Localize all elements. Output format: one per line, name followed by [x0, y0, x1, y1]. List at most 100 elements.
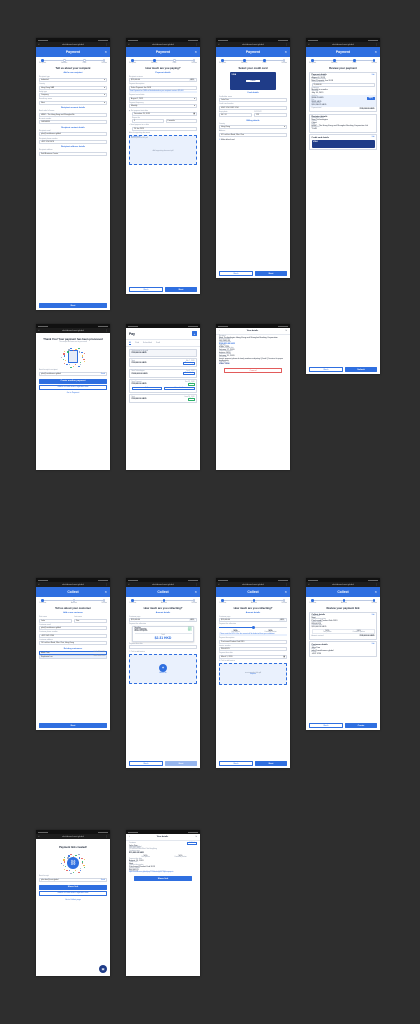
fee-option[interactable]: American Express 3.4%	[135, 631, 192, 632]
url-bar[interactable]: ✕ dashboard.neat.global ⋮	[36, 328, 110, 333]
close-icon[interactable]: ✕	[128, 583, 130, 586]
beneficiary-name-field[interactable]: Neat ▾	[39, 100, 107, 105]
close-icon[interactable]: ✕	[374, 50, 377, 54]
list-item[interactable]: Neat Technologies Jun 6, 2019 $100,000.00 …	[129, 368, 197, 378]
close-icon[interactable]: ✕	[218, 583, 220, 586]
share-link-button[interactable]: Share link	[39, 884, 107, 890]
invoice-checkbox[interactable]: ☑ Tick to add invoice	[219, 660, 287, 662]
send-date-field[interactable]: 20 Jan 2019	[132, 126, 197, 131]
list-item[interactable]: Marie Tran HKD 7891 1234	[39, 650, 107, 655]
address-field[interactable]: 10 Lockhart Road, Wan Chai, Hong Kong	[39, 641, 107, 646]
cancel-card-button[interactable]: Cancel	[246, 79, 260, 82]
amount-field[interactable]: 15,000.00	[311, 83, 375, 88]
arrival-date-field[interactable]: August 1, 2019 ▾	[129, 96, 197, 101]
close-icon[interactable]: ✕	[218, 43, 220, 46]
default-card-checkbox[interactable]: ☑ Make default card	[219, 139, 287, 141]
description-field[interactable]: Sales Payment Jan 2018	[129, 85, 197, 90]
start-date-field[interactable]: December 19, 2018 ▦	[132, 111, 197, 116]
back-button[interactable]: Back	[219, 761, 253, 766]
invoice-checkbox[interactable]: ☐ Tick to add invoice	[129, 651, 197, 653]
close-icon[interactable]: ✕	[308, 583, 310, 586]
send-button[interactable]: Send	[101, 373, 105, 375]
amount-input[interactable]: $15,000.00 HKD	[129, 78, 197, 83]
menu-icon[interactable]: ⋮	[106, 583, 108, 586]
menu-icon[interactable]: ⋮	[286, 43, 288, 46]
menu-icon[interactable]: ⋮	[106, 329, 108, 332]
close-icon[interactable]: ✕	[284, 50, 287, 54]
close-icon[interactable]: ✕	[38, 583, 40, 586]
close-icon[interactable]: ✕	[104, 50, 107, 54]
menu-icon[interactable]: ⋮	[196, 583, 198, 586]
upload-zone[interactable]: ▤ Invoice file invoice-pdf-test-002.pdf …	[129, 134, 197, 165]
invoice-field[interactable]: INV-00123	[219, 647, 287, 652]
back-button[interactable]: Back	[219, 271, 253, 276]
edit-link[interactable]: Edit	[372, 75, 375, 76]
menu-icon[interactable]: ⋮	[376, 583, 378, 586]
create-payment-button[interactable]: Create another payment	[39, 378, 107, 384]
email-field[interactable]: john@neatfinance.global Send	[39, 371, 107, 376]
email-field[interactable]: john@neatfinance.global	[39, 132, 107, 137]
next-button[interactable]: Next	[165, 287, 197, 292]
edit-link-button[interactable]: Edit link	[187, 842, 197, 845]
description-field[interactable]: Purchased Product Feb 2019	[219, 639, 287, 644]
create-button[interactable]: Create	[345, 723, 377, 728]
share-link-button[interactable]: Share link	[134, 876, 192, 881]
email-field[interactable]: john@neatfinance.global	[39, 626, 107, 631]
list-item[interactable]: Neat Payment Dec 22, 2018 $15,000.00 HKD Pa…	[129, 379, 197, 393]
menu-icon[interactable]: ⋮	[106, 43, 108, 46]
section-title[interactable]: Add a new customer	[36, 612, 110, 614]
due-date-field[interactable]: March 1, 2019 ▦	[219, 654, 287, 659]
send-button[interactable]: Send	[101, 879, 105, 881]
billing-address-field[interactable]: 41 Lockhart Road, Wan Chai	[219, 132, 287, 137]
submit-button[interactable]: Submit	[345, 367, 377, 372]
chat-icon[interactable]: ▣	[99, 965, 107, 973]
expiry-field[interactable]: 04 / 24	[219, 113, 252, 118]
first-name-field[interactable]: John	[39, 618, 72, 623]
back-button[interactable]: Back	[309, 367, 343, 372]
currency-select[interactable]: HKD	[189, 79, 195, 82]
bank-code-field[interactable]: HSBC - The Hong Kong and Shanghai Ba	[39, 112, 107, 117]
credit-card[interactable]: VISA Cancel	[230, 72, 276, 91]
fee-slider[interactable]	[219, 625, 287, 629]
entity-type-select[interactable]: Company ▾	[39, 93, 107, 98]
list-item[interactable]: Neat June 20, 2019 $15,000.00 HKD Paid	[129, 394, 197, 404]
back-arrow-icon[interactable]: ‹	[129, 836, 130, 838]
close-icon[interactable]: ✕	[104, 590, 107, 594]
next-button[interactable]: Next	[39, 303, 107, 308]
view-details-button[interactable]: View details	[164, 386, 195, 391]
amount-input[interactable]: $15,000.00 HKD	[129, 618, 197, 623]
tab-paid[interactable]: Paid	[135, 341, 139, 345]
edit-link[interactable]: Edit	[372, 137, 375, 138]
url-bar[interactable]: ✕ dashboard.neat.global ⋮	[36, 834, 110, 839]
next-button[interactable]: Next	[39, 723, 107, 728]
next-button[interactable]: Next	[255, 761, 287, 766]
payment-link[interactable]: https://neatfinance.global/pay/1234abcde…	[129, 872, 197, 873]
amount-input[interactable]: $15,000.00 HKD	[219, 618, 287, 623]
next-button[interactable]: Next	[255, 271, 287, 276]
apply-button[interactable]: Apply	[367, 96, 375, 100]
fund-flow-button[interactable]: Make a Fund and Payment flow	[39, 384, 107, 390]
billing-country-select[interactable]: Hong Kong ▾	[219, 125, 287, 130]
back-button[interactable]: Back	[129, 287, 163, 292]
close-icon[interactable]: ✕	[374, 590, 377, 594]
edit-link[interactable]: Edit	[372, 644, 375, 645]
country-select[interactable]: Hong Kong SAR ▾	[39, 85, 107, 90]
close-icon[interactable]: ✕	[284, 590, 287, 594]
tab-scheduled[interactable]: Scheduled	[143, 341, 152, 345]
section-title[interactable]: Add a new recipient	[36, 72, 110, 74]
replace-link[interactable]: Replace	[250, 674, 256, 675]
plus-icon[interactable]: +	[192, 331, 197, 336]
repeat-count-field[interactable]: 3	[132, 119, 164, 124]
upload-zone[interactable]: + Attach file	[129, 653, 197, 684]
cancel-payment-button[interactable]: Cancel	[224, 368, 282, 373]
frequency-select[interactable]: Monthly ▾	[129, 104, 197, 109]
last-name-field[interactable]: Doe	[74, 618, 107, 623]
list-item[interactable]: Stephanie Lee HKD 9876 1211	[39, 654, 107, 659]
close-icon[interactable]: ✕	[194, 50, 197, 54]
phone-field[interactable]: +852 1234 5678	[39, 139, 107, 144]
email-field[interactable]: john.doe@neat.global Send	[39, 877, 107, 882]
tab-draft[interactable]: Draft	[156, 341, 160, 345]
address-field[interactable]: Fold Business Center	[39, 151, 107, 156]
tab-all[interactable]: All	[129, 341, 132, 346]
back-arrow-icon[interactable]: ‹	[219, 330, 220, 332]
